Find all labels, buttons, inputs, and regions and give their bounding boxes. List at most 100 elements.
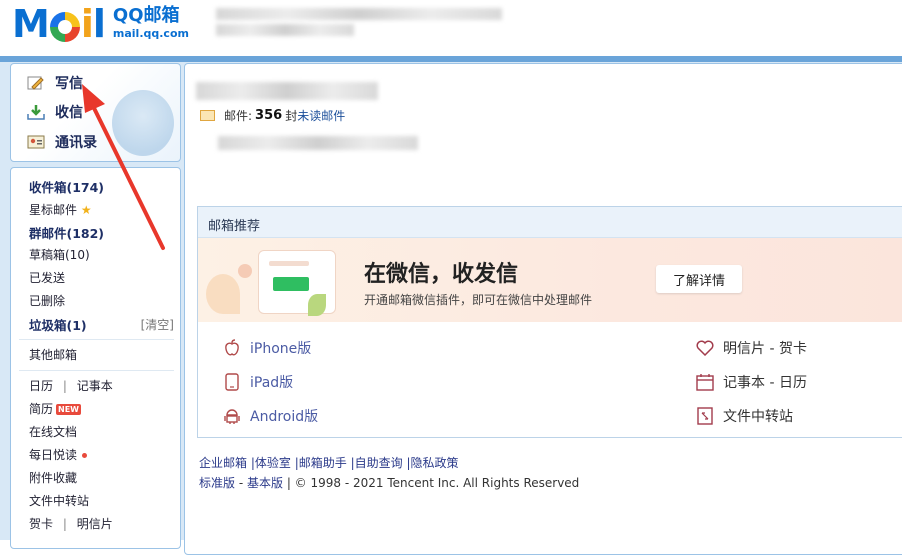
folder-deleted[interactable]: 已删除 [29, 292, 65, 309]
resume-link[interactable]: 简历 NEW [29, 400, 81, 417]
card-link[interactable]: 贺卡 [29, 517, 53, 531]
unread-mail-link[interactable]: 未读邮件 [297, 107, 345, 124]
resume-label: 简历 [29, 402, 54, 416]
calendar-link[interactable]: 日历 [29, 379, 53, 393]
logo-letter-i: i [80, 2, 94, 46]
android-icon [222, 406, 242, 426]
contacts-button[interactable]: 通讯录 [27, 130, 97, 154]
star-icon: ★ [80, 203, 92, 217]
contacts-label: 通讯录 [55, 135, 97, 151]
compose-label: 写信 [55, 76, 83, 92]
receive-label: 收信 [55, 105, 83, 121]
receive-button[interactable]: 收信 [27, 100, 83, 124]
decor-leaf-icon [206, 274, 240, 314]
postcard-card-link[interactable]: 明信片 - 贺卡 [695, 338, 807, 358]
attachments-link[interactable]: 附件收藏 [29, 469, 77, 486]
folder-inbox[interactable]: 收件箱(174) [29, 177, 104, 196]
penguin-watermark-icon [112, 90, 174, 156]
clean-spam-link[interactable]: [清空] [141, 316, 174, 333]
phone-message-bubble [273, 277, 309, 291]
folder-spam[interactable]: 垃圾箱(1) [29, 315, 87, 334]
recommend-title: 邮箱推荐 [208, 219, 261, 234]
file-transfer-promo-link[interactable]: 文件中转站 [695, 406, 793, 426]
divider [19, 339, 174, 340]
folder-starred[interactable]: 星标邮件 ★ [29, 201, 92, 218]
footer-assistant-link[interactable]: |邮箱助手 [295, 456, 347, 470]
daily-reading-link[interactable]: 每日悦读 [29, 446, 88, 463]
qqmail-logo[interactable]: M i l QQ邮箱 mail.qq.com [12, 4, 189, 44]
postcard-link[interactable]: 明信片 [77, 517, 113, 531]
summary-prefix: 邮件: [224, 109, 253, 123]
postcard-card-label: 明信片 - 贺卡 [723, 341, 807, 357]
wechat-banner[interactable]: 在微信，收发信 开通邮箱微信插件，即可在微信中处理邮件 了解详情 [198, 238, 902, 322]
compose-button[interactable]: 写信 [27, 71, 83, 95]
summary-unit: 封 [285, 109, 298, 123]
ipad-link[interactable]: iPad版 [222, 372, 293, 392]
logo-product-name: QQ邮箱 [112, 5, 180, 26]
footer-links: 企业邮箱 |体验室 |邮箱助手 |自助查询 |隐私政策 [199, 454, 459, 471]
notes-calendar-link[interactable]: 记事本 - 日历 [695, 372, 807, 392]
apple-icon [222, 338, 242, 358]
calendar-icon [695, 372, 715, 392]
compose-panel: 写信 收信 通讯录 [10, 63, 181, 162]
inbox-download-icon [27, 104, 45, 120]
decor-avatar-icon [238, 264, 252, 278]
footer-lab-link[interactable]: |体验室 [251, 456, 291, 470]
blurred-account-info-2 [216, 24, 354, 36]
recommend-header: 邮箱推荐 [198, 207, 902, 238]
folder-panel: 收件箱(174) 星标邮件 ★ 群邮件(182) 草稿箱(10) 已发送 已删除… [10, 167, 181, 549]
separator: | [62, 379, 67, 393]
notes-link[interactable]: 记事本 [77, 379, 113, 393]
file-transfer-link[interactable]: 文件中转站 [29, 492, 89, 509]
banner-subtitle: 开通邮箱微信插件，即可在微信中处理邮件 [364, 293, 593, 307]
ipad-label: iPad版 [250, 375, 294, 391]
separator: | [62, 517, 67, 531]
decor-leaf-icon [308, 294, 326, 316]
contacts-icon [27, 134, 45, 150]
notes-calendar-label: 记事本 - 日历 [723, 375, 807, 391]
learn-more-button[interactable]: 了解详情 [656, 265, 742, 293]
folder-group[interactable]: 群邮件(182) [29, 223, 104, 242]
footer-copyright-row: 标准版 - 基本版 | © 1998 - 2021 Tencent Inc. A… [199, 474, 579, 491]
phone-line [269, 261, 309, 266]
footer-self-service-link[interactable]: |自助查询 [351, 456, 403, 470]
logo-domain: mail.qq.com [112, 27, 189, 40]
logo-letter-m: M [12, 2, 50, 46]
mail-count: 356 [255, 108, 283, 123]
android-link[interactable]: Android版 [222, 406, 318, 426]
daily-reading-label: 每日悦读 [29, 448, 78, 462]
folder-starred-label: 星标邮件 [29, 203, 78, 217]
folder-other[interactable]: 其他邮箱 [29, 346, 77, 363]
notification-dot-icon [82, 453, 88, 458]
logo-o-icon [49, 12, 80, 42]
iphone-link[interactable]: iPhone版 [222, 338, 311, 358]
footer-privacy-link[interactable]: |隐私政策 [406, 456, 458, 470]
calendar-notes-row: 日历 | 记事本 [29, 377, 113, 394]
blurred-account-info [216, 8, 502, 20]
logo-text: QQ邮箱 mail.qq.com [113, 6, 189, 42]
blurred-info-line [218, 136, 418, 150]
file-transfer-promo-label: 文件中转站 [723, 409, 793, 425]
heart-icon [695, 338, 715, 358]
divider [19, 370, 174, 371]
iphone-label: iPhone版 [250, 341, 312, 357]
online-docs-link[interactable]: 在线文档 [29, 423, 77, 440]
mail-summary: 邮件: 356 封 未读邮件 [200, 107, 345, 124]
blurred-greeting [196, 82, 378, 100]
banner-title: 在微信，收发信 [364, 262, 519, 287]
pencil-icon [27, 75, 45, 91]
card-postcard-row: 贺卡 | 明信片 [29, 515, 113, 532]
android-label: Android版 [250, 409, 319, 425]
folder-drafts[interactable]: 草稿箱(10) [29, 246, 90, 263]
standard-version-link[interactable]: 标准版 [199, 476, 235, 490]
version-dash: - [235, 476, 247, 490]
footer-enterprise-link[interactable]: 企业邮箱 [199, 456, 247, 470]
copyright-text: | © 1998 - 2021 Tencent Inc. All Rights … [283, 476, 580, 490]
basic-version-link[interactable]: 基本版 [247, 476, 283, 490]
top-accent-bar [0, 56, 902, 62]
header: M i l QQ邮箱 mail.qq.com [0, 0, 902, 58]
file-transfer-icon [695, 406, 715, 426]
folder-sent[interactable]: 已发送 [29, 269, 65, 286]
envelope-icon [200, 110, 215, 121]
tablet-icon [222, 372, 242, 392]
